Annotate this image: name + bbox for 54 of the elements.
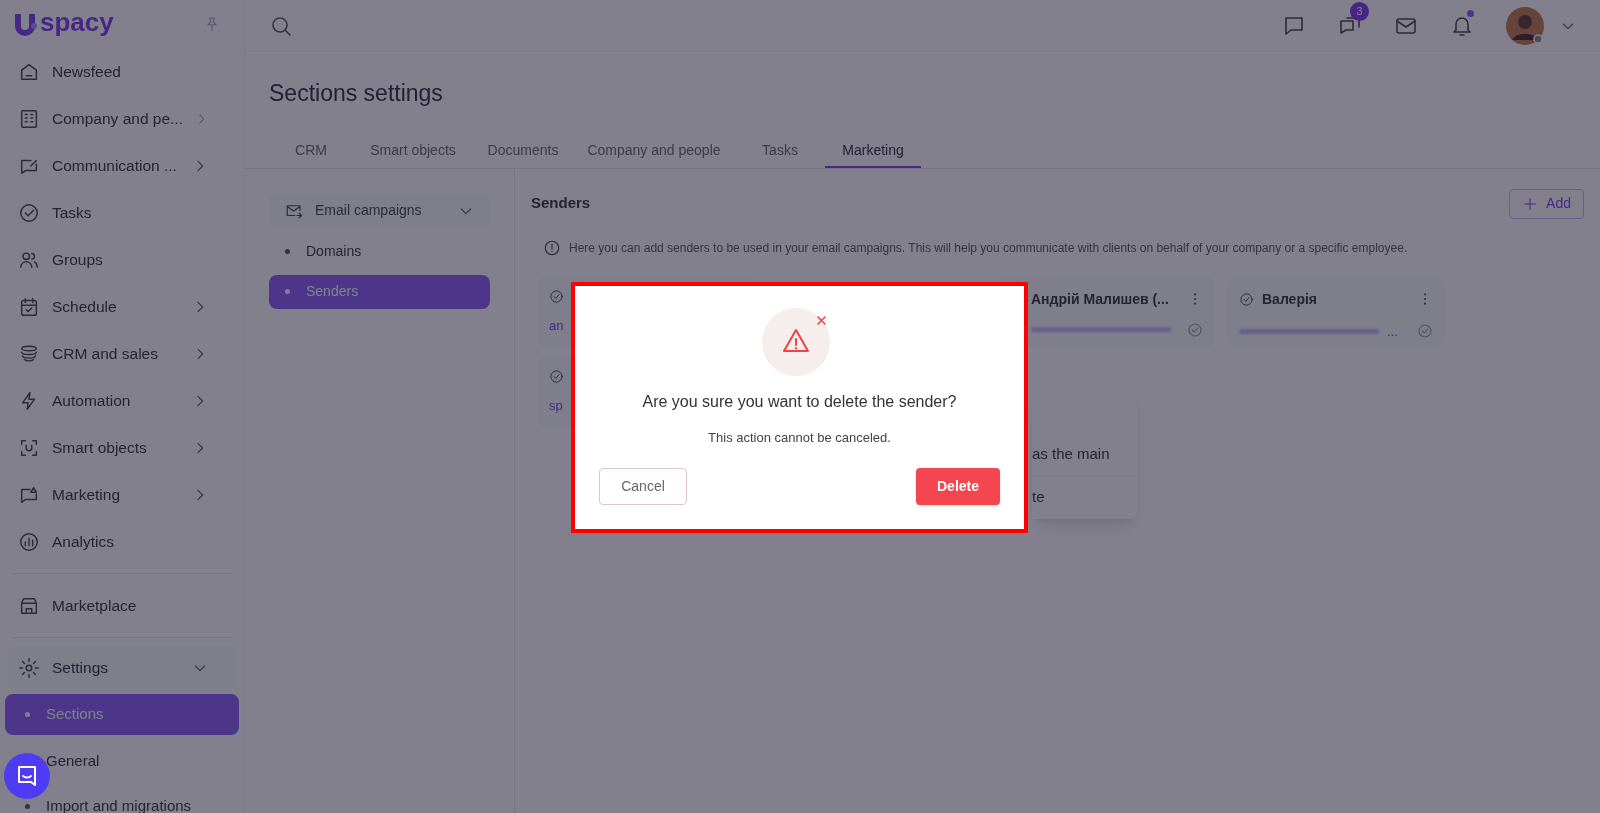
dim-overlay[interactable] [0, 0, 1600, 813]
sidebar-item[interactable]: CRM and sales [0, 330, 244, 377]
check-circle-icon [549, 288, 564, 304]
sidebar-item[interactable]: Schedule [0, 283, 244, 330]
calendar-icon [18, 295, 40, 318]
sidebar-item[interactable]: Automation [0, 377, 244, 424]
check-circle-icon [549, 368, 564, 384]
check-circle-icon [1417, 323, 1433, 340]
menu-item[interactable]: te [1032, 475, 1137, 519]
submenu-item[interactable]: Sections [5, 694, 239, 735]
sidebar-item[interactable]: Communication ... [0, 142, 244, 189]
menu-item[interactable]: as the main [1032, 432, 1137, 476]
info-text: Here you can add senders to be used in your email campaigns. This will help you communicate with clients on behalf of your company or a specific employee. [569, 239, 1408, 257]
tab[interactable]: Marketing [825, 134, 921, 168]
tab[interactable]: Tasks [735, 134, 825, 168]
page-title: Sections settings [269, 79, 444, 108]
tab[interactable]: Documents [473, 134, 573, 168]
check-circle-icon [18, 201, 40, 224]
check-circle-icon [1239, 291, 1254, 307]
sidebar-item[interactable]: Marketing [0, 471, 244, 518]
submenu-item[interactable]: Domains [269, 234, 490, 269]
sidebar-item[interactable]: Company and pe... [0, 95, 244, 142]
logo-text: spacy [40, 9, 114, 35]
gear-icon [18, 657, 40, 679]
sidebar-item[interactable]: Groups [0, 236, 244, 283]
avatar[interactable] [1506, 6, 1544, 45]
building-icon [18, 107, 40, 130]
count-badge: 3 [1350, 1, 1369, 21]
sidebar-item[interactable]: Analytics [0, 518, 244, 565]
tab[interactable]: Smart objects [353, 134, 473, 168]
submenu-item[interactable]: Senders [269, 274, 490, 309]
cancel-button[interactable]: Cancel [599, 467, 687, 505]
section-title: Senders [531, 193, 591, 214]
plus-icon [1522, 195, 1539, 212]
check-circle-icon [1187, 321, 1203, 338]
tab[interactable]: CRM [269, 134, 353, 168]
sidebar-item[interactable]: Tasks [0, 189, 244, 236]
dialog-title: Are you sure you want to delete the sender? [642, 392, 957, 412]
database-icon [18, 342, 40, 365]
info-icon [543, 238, 561, 257]
delete-button[interactable]: Delete [916, 467, 1000, 505]
sidebar-item[interactable]: Smart objects [0, 424, 244, 471]
add-button[interactable]: Add [1509, 188, 1584, 219]
tab[interactable]: Company and people [573, 134, 735, 168]
sender-name: Андрій Малишев (... [1031, 289, 1169, 309]
sender-email: ... [1387, 322, 1398, 341]
sidebar-item[interactable]: Newsfeed [0, 48, 244, 95]
sidebar-item[interactable]: Marketplace [0, 582, 244, 629]
sender-name: Валерія [1262, 289, 1317, 309]
chart-icon [18, 530, 40, 553]
dialog-message: This action cannot be canceled. [708, 429, 891, 447]
sender-email: an [549, 316, 564, 335]
sender-email: sp [549, 396, 563, 415]
pin-icon[interactable] [204, 16, 220, 32]
